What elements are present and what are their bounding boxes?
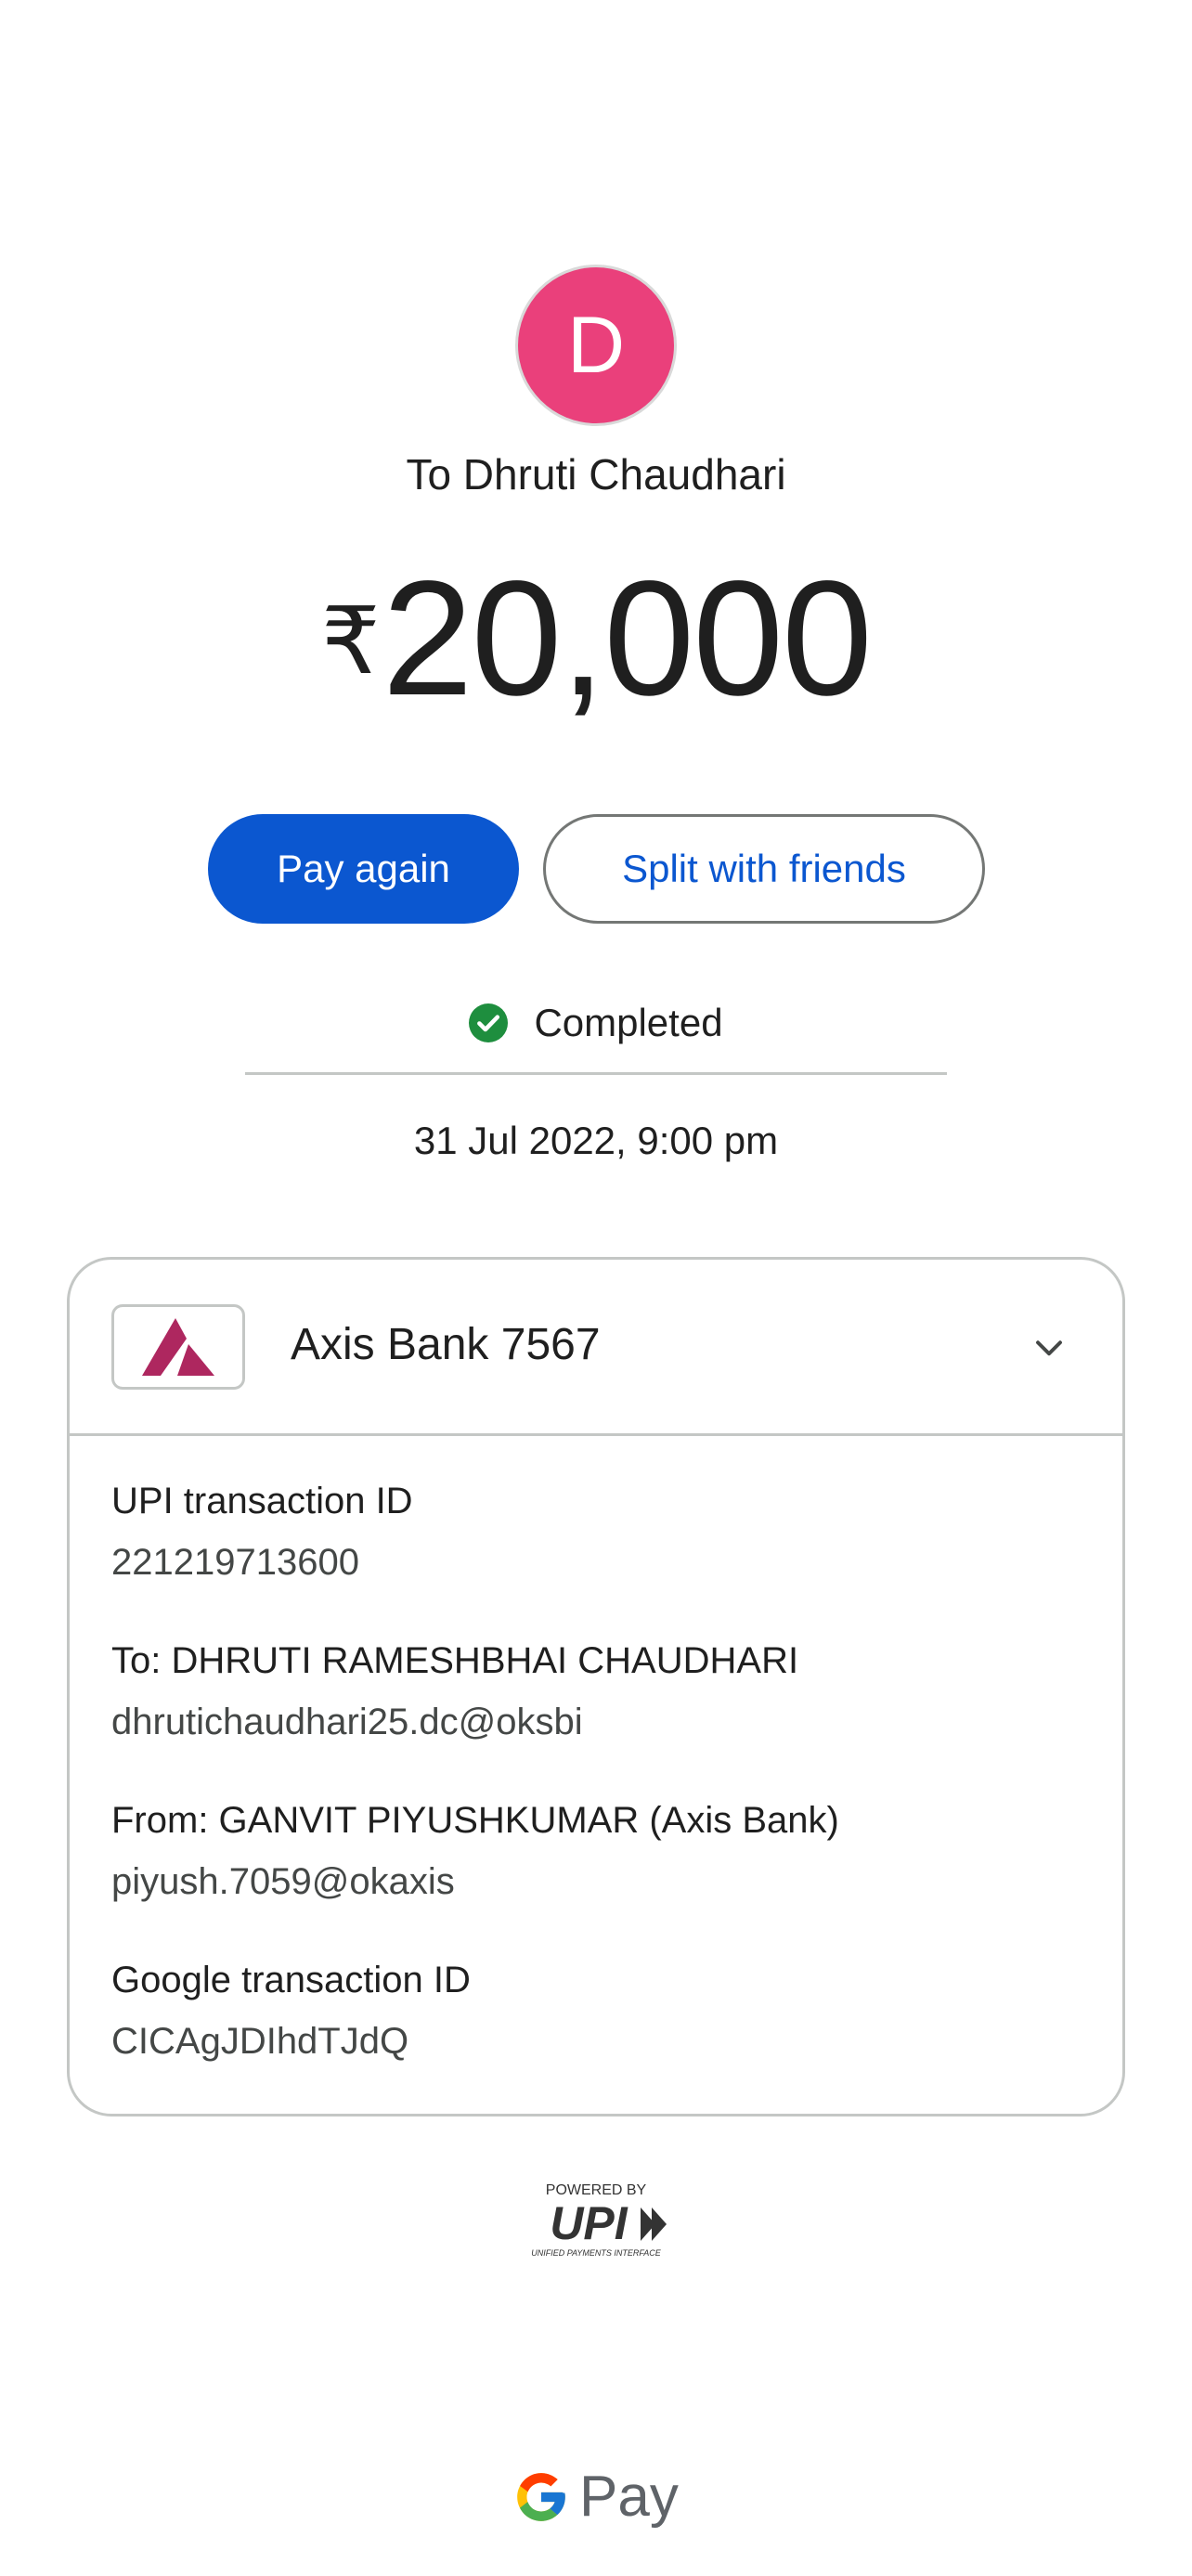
gpay-app-name: Pay [579, 2465, 679, 2529]
status-text: Completed [534, 1001, 723, 1044]
upi-wordmark: UPI [550, 2197, 628, 2249]
recipient-avatar: D [518, 267, 674, 423]
detail-value[interactable]: CICAgJDIhdTJdQ [111, 2013, 1077, 2069]
avatar-initial: D [566, 301, 626, 390]
detail-value[interactable]: dhrutichaudhari25.dc@oksbi [111, 1694, 1077, 1750]
upi-logo: POWERED BY UPI UNIFIED PAYMENTS INTERFAC… [531, 2182, 667, 2258]
detail-label: Google transaction ID [111, 1960, 471, 2000]
detail-label: UPI transaction ID [111, 1481, 413, 1521]
detail-label: From: GANVIT PIYUSHKUMAR (Axis Bank) [111, 1800, 839, 1841]
status-divider [245, 1072, 947, 1075]
transaction-details-card: Axis Bank 7567 UPI transaction ID 221219… [67, 1257, 1125, 2116]
currency-symbol: ₹ [321, 589, 381, 693]
bank-account-name: Axis Bank 7567 [291, 1320, 601, 1369]
detail-upi-transaction-id: UPI transaction ID 221219713600 [111, 1473, 1077, 1633]
amount-value: 20,000 [382, 548, 873, 730]
detail-value[interactable]: piyush.7059@okaxis [111, 1854, 1077, 1909]
recipient-name: To Dhruti Chaudhari [406, 450, 786, 498]
transaction-datetime: 31 Jul 2022, 9:00 pm [413, 1119, 779, 1162]
detail-google-transaction-id: Google transaction ID CICAgJDIhdTJdQ [111, 1952, 1077, 2112]
google-g-icon [517, 2473, 565, 2521]
transaction-status: Completed [0, 1001, 1192, 1045]
detail-to-account: To: DHRUTI RAMESHBHAI CHAUDHARI dhrutich… [111, 1633, 1077, 1793]
detail-label: To: DHRUTI RAMESHBHAI CHAUDHARI [111, 1640, 799, 1681]
transaction-detail-list: UPI transaction ID 221219713600 To: DHRU… [111, 1473, 1077, 2112]
detail-value[interactable]: 221219713600 [111, 1534, 1077, 1590]
chevron-down-icon[interactable] [1030, 1332, 1069, 1366]
bank-account-row[interactable]: Axis Bank 7567 [70, 1260, 1122, 1436]
upi-powered-by: POWERED BY [546, 2182, 647, 2198]
payment-amount: ₹ 20,000 [0, 557, 1192, 720]
upi-tagline: UNIFIED PAYMENTS INTERFACE [531, 2248, 662, 2258]
google-pay-logo: Pay [512, 2460, 679, 2534]
upi-arrow-icon-secondary [652, 2207, 667, 2241]
split-with-friends-button[interactable]: Split with friends [543, 814, 985, 924]
axis-bank-logo [111, 1304, 245, 1390]
detail-from-account: From: GANVIT PIYUSHKUMAR (Axis Bank) piy… [111, 1793, 1077, 1952]
check-circle-icon [469, 1003, 509, 1042]
pay-again-button[interactable]: Pay again [208, 814, 519, 924]
axis-logo-icon [142, 1318, 214, 1376]
